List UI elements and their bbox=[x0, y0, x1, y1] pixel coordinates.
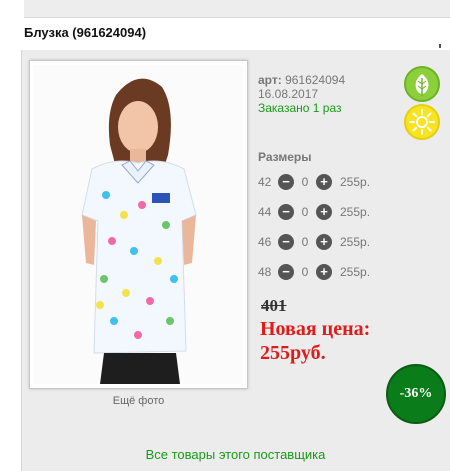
increase-button[interactable]: + bbox=[316, 204, 332, 220]
new-price-label: Новая цена: bbox=[260, 318, 371, 340]
quantity-value: 0 bbox=[301, 175, 309, 189]
sizes-title: Размеры bbox=[258, 150, 312, 164]
increase-button[interactable]: + bbox=[316, 234, 332, 250]
increase-button[interactable]: + bbox=[316, 264, 332, 280]
decrease-button[interactable]: − bbox=[278, 234, 294, 250]
size-row: 42 − 0 + 255р. bbox=[258, 173, 370, 191]
top-strip bbox=[24, 0, 450, 18]
size-value: 42 bbox=[258, 175, 272, 189]
panel-tick bbox=[439, 44, 441, 48]
supplier-products-link[interactable]: Все товары этого поставщика bbox=[21, 447, 450, 462]
size-price: 255р. bbox=[340, 205, 371, 219]
product-photo[interactable] bbox=[29, 60, 248, 389]
size-row: 46 − 0 + 255р. bbox=[258, 233, 370, 251]
sun-icon bbox=[404, 104, 440, 140]
date: 16.08.2017 bbox=[258, 87, 319, 101]
size-value: 48 bbox=[258, 265, 272, 279]
size-price: 255р. bbox=[340, 265, 371, 279]
decrease-button[interactable]: − bbox=[278, 174, 294, 190]
product-title: Блузка (961624094) bbox=[24, 25, 147, 40]
more-photos-link[interactable]: Ещё фото bbox=[29, 395, 248, 407]
decrease-button[interactable]: − bbox=[278, 264, 294, 280]
quantity-value: 0 bbox=[301, 235, 309, 249]
size-value: 44 bbox=[258, 205, 272, 219]
old-price: 401 bbox=[261, 296, 287, 315]
quantity-value: 0 bbox=[301, 265, 309, 279]
article-value: 961624094 bbox=[285, 73, 346, 87]
discount-badge: -36% bbox=[386, 364, 446, 424]
new-price-value: 255руб. bbox=[260, 342, 326, 364]
size-value: 46 bbox=[258, 235, 272, 249]
size-row: 48 − 0 + 255р. bbox=[258, 263, 370, 281]
decrease-button[interactable]: − bbox=[278, 204, 294, 220]
product-info: арт: 961624094 16.08.2017 Заказано 1 раз bbox=[258, 73, 345, 115]
article-label: арт: bbox=[258, 73, 282, 87]
size-row: 44 − 0 + 255р. bbox=[258, 203, 370, 221]
leaf-icon bbox=[404, 66, 440, 102]
ordered-count: Заказано 1 раз bbox=[258, 101, 342, 115]
increase-button[interactable]: + bbox=[316, 174, 332, 190]
size-price: 255р. bbox=[340, 175, 371, 189]
size-price: 255р. bbox=[340, 235, 371, 249]
quantity-value: 0 bbox=[301, 205, 309, 219]
